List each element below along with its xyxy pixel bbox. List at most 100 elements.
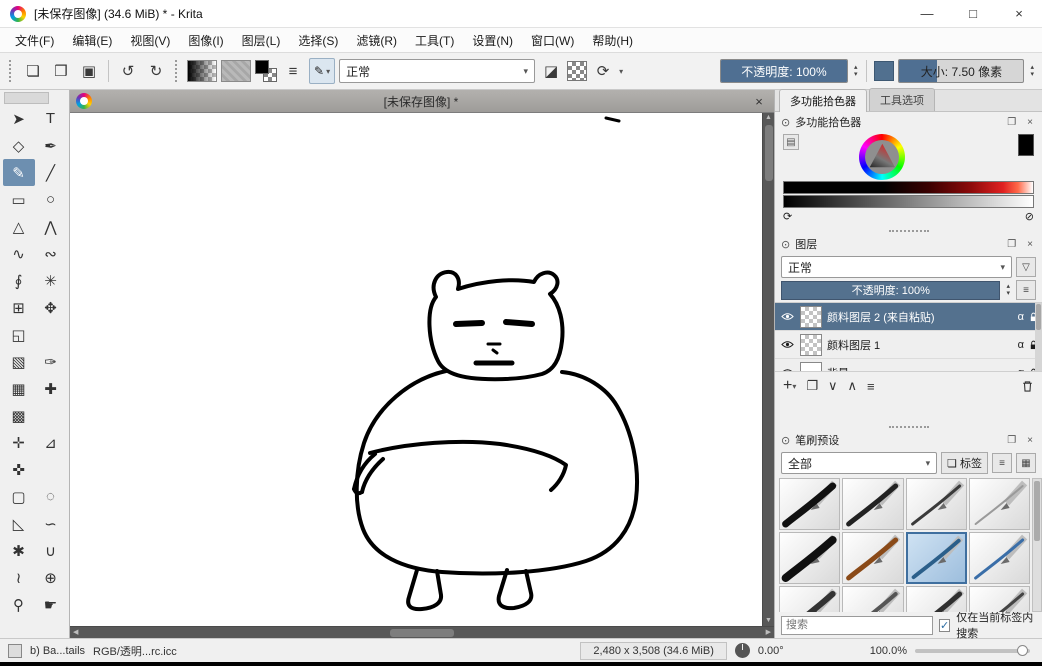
save-document-button[interactable]: ▣ <box>77 58 101 84</box>
color-sampler-tool[interactable]: ✑ <box>35 348 67 375</box>
menu-item-3[interactable]: 图像(I) <box>179 29 232 52</box>
close-dock-icon[interactable]: × <box>1024 435 1036 446</box>
bezier-select-tool[interactable]: ≀ <box>3 564 35 591</box>
canvas[interactable] <box>70 113 762 626</box>
add-layer-button[interactable]: +▾ <box>783 377 796 395</box>
zoom-slider-thumb[interactable] <box>1017 645 1028 656</box>
close-dock-icon[interactable]: × <box>1024 239 1036 250</box>
preset-7[interactable] <box>906 532 967 584</box>
rectangle-tool[interactable]: ▭ <box>3 186 35 213</box>
measure-tool[interactable]: ⊿ <box>35 429 67 456</box>
layer-filter-icon[interactable]: ▽ <box>1016 257 1036 277</box>
preset-4[interactable] <box>969 478 1030 530</box>
toolbox-handle[interactable] <box>4 92 49 104</box>
calligraphy-tool[interactable]: ✒ <box>35 132 67 159</box>
preserve-alpha-button[interactable] <box>567 61 587 81</box>
freehand-path-tool[interactable]: ∾ <box>35 240 67 267</box>
smart-patch-tool[interactable]: ✚ <box>35 375 67 402</box>
delete-layer-button[interactable] <box>1021 380 1034 393</box>
zoom-slider[interactable] <box>915 649 1030 653</box>
redo-button[interactable]: ↻ <box>144 58 168 84</box>
polygon-tool[interactable]: △ <box>3 213 35 240</box>
current-brush-name[interactable]: b) Ba...tails <box>30 645 85 657</box>
no-entry-icon[interactable]: ⊘ <box>1025 210 1034 223</box>
layer-visibility-eye-icon[interactable] <box>779 312 795 321</box>
layer-opacity-spinner[interactable]: ▴▾ <box>1004 283 1012 297</box>
horizontal-scroll-thumb[interactable] <box>390 629 454 637</box>
layer-blending-mode-select[interactable]: 正常 ▾ <box>781 256 1012 278</box>
brush-editor-button[interactable]: ✎ ▾ <box>309 58 335 84</box>
canvas-rotation-value[interactable]: 0.00° <box>758 645 784 657</box>
tag-button[interactable]: ❏ 标签 <box>941 452 988 474</box>
line-tool[interactable]: ╱ <box>35 159 67 186</box>
preset-1[interactable] <box>779 478 840 530</box>
current-color-swatch[interactable] <box>1018 134 1034 156</box>
ellipse-tool[interactable]: ○ <box>35 186 67 213</box>
gradient-tool[interactable]: ▧ <box>3 348 35 375</box>
opacity-slider[interactable]: 不透明度: 100% <box>720 59 848 83</box>
zoom-percentage[interactable]: 100.0% <box>870 645 907 657</box>
similar-select-tool[interactable]: ✱ <box>3 537 35 564</box>
polyline-tool[interactable]: ⋀ <box>35 213 67 240</box>
chevron-down-icon[interactable]: ▾ <box>619 67 623 76</box>
brush-size-chip[interactable] <box>874 61 894 81</box>
layer-list-scrollbar[interactable] <box>1035 303 1042 371</box>
canvas-close-icon[interactable]: × <box>750 94 768 109</box>
canvas-vertical-scrollbar[interactable]: ▲ ▼ <box>762 113 774 626</box>
preset-2[interactable] <box>842 478 903 530</box>
reload-preset-button[interactable]: ⟳ <box>591 58 615 84</box>
opacity-spinner[interactable]: ▴▾ <box>852 64 860 78</box>
menu-item-0[interactable]: 文件(F) <box>6 29 63 52</box>
scroll-left-icon[interactable]: ◀ <box>73 628 78 638</box>
vertical-scroll-thumb[interactable] <box>765 125 773 181</box>
rect-select-tool[interactable]: ▢ <box>3 483 35 510</box>
fill-tool[interactable]: ▩ <box>3 402 35 429</box>
close-dock-icon[interactable]: × <box>1024 117 1036 128</box>
preset-search-input[interactable] <box>781 616 933 635</box>
undo-button[interactable]: ↺ <box>116 58 140 84</box>
scroll-right-icon[interactable]: ▶ <box>766 628 771 638</box>
color-profile[interactable]: RGB/透明...rc.icc <box>93 643 177 659</box>
preset-11[interactable] <box>906 586 967 612</box>
menu-item-9[interactable]: 窗口(W) <box>522 29 583 52</box>
layer-opacity-slider[interactable]: 不透明度: 100% <box>781 281 1000 300</box>
bezier-curve-tool[interactable]: ∿ <box>3 240 35 267</box>
dock-tab[interactable]: 工具选项 <box>869 88 935 111</box>
search-scope-checkbox[interactable]: ✓ <box>939 619 950 632</box>
layer-row[interactable]: 颜料图层 1α <box>775 331 1042 359</box>
menu-item-2[interactable]: 视图(V) <box>121 29 179 52</box>
pan-tool[interactable]: ☛ <box>35 591 67 618</box>
polygon-select-tool[interactable]: ◺ <box>3 510 35 537</box>
text-tool[interactable]: T <box>35 105 67 132</box>
preset-8[interactable] <box>969 532 1030 584</box>
menu-item-6[interactable]: 滤镜(R) <box>347 29 406 52</box>
float-dock-icon[interactable]: ❐ <box>1004 435 1019 446</box>
preset-10[interactable] <box>842 586 903 612</box>
scroll-up-icon[interactable]: ▲ <box>765 113 772 123</box>
crop-tool[interactable]: ◱ <box>3 321 35 348</box>
presets-display-icon[interactable]: ▦ <box>1016 453 1036 473</box>
magnetic-select-tool[interactable]: ∪ <box>35 537 67 564</box>
transform-select-tool[interactable]: ➤ <box>3 105 35 132</box>
layer-menu-icon[interactable]: ≡ <box>1016 280 1036 300</box>
move-layer-up-button[interactable]: ∧ <box>848 378 858 394</box>
move-layer-down-button[interactable]: ∨ <box>828 378 838 394</box>
dynamic-brush-tool[interactable]: ∮ <box>3 267 35 294</box>
canvas-rotation-knob[interactable] <box>735 643 750 658</box>
fg-select-tool[interactable]: ⊕ <box>35 564 67 591</box>
brush-size-slider[interactable]: 大小: 7.50 像素 <box>898 59 1024 83</box>
preset-3[interactable] <box>906 478 967 530</box>
preset-scrollbar[interactable] <box>1032 478 1042 612</box>
edit-shapes-tool[interactable]: ◇ <box>3 132 35 159</box>
eraser-mode-button[interactable]: ◪ <box>539 58 563 84</box>
reference-images-tool[interactable]: ✜ <box>3 456 35 483</box>
blending-mode-select[interactable]: 正常 ▾ <box>339 59 535 83</box>
float-dock-icon[interactable]: ❐ <box>1004 239 1019 250</box>
freehand-select-tool[interactable]: ∽ <box>35 510 67 537</box>
workspace-chooser-button[interactable]: ≡ <box>281 58 305 84</box>
assistants-tool[interactable]: ✛ <box>3 429 35 456</box>
preset-tag-filter-select[interactable]: 全部 ▾ <box>781 452 937 474</box>
layer-row[interactable]: 颜料图层 2 (来自粘贴)α <box>775 303 1042 331</box>
refresh-shades-icon[interactable]: ⟳ <box>783 210 792 223</box>
alpha-icon[interactable]: α <box>1018 311 1024 323</box>
